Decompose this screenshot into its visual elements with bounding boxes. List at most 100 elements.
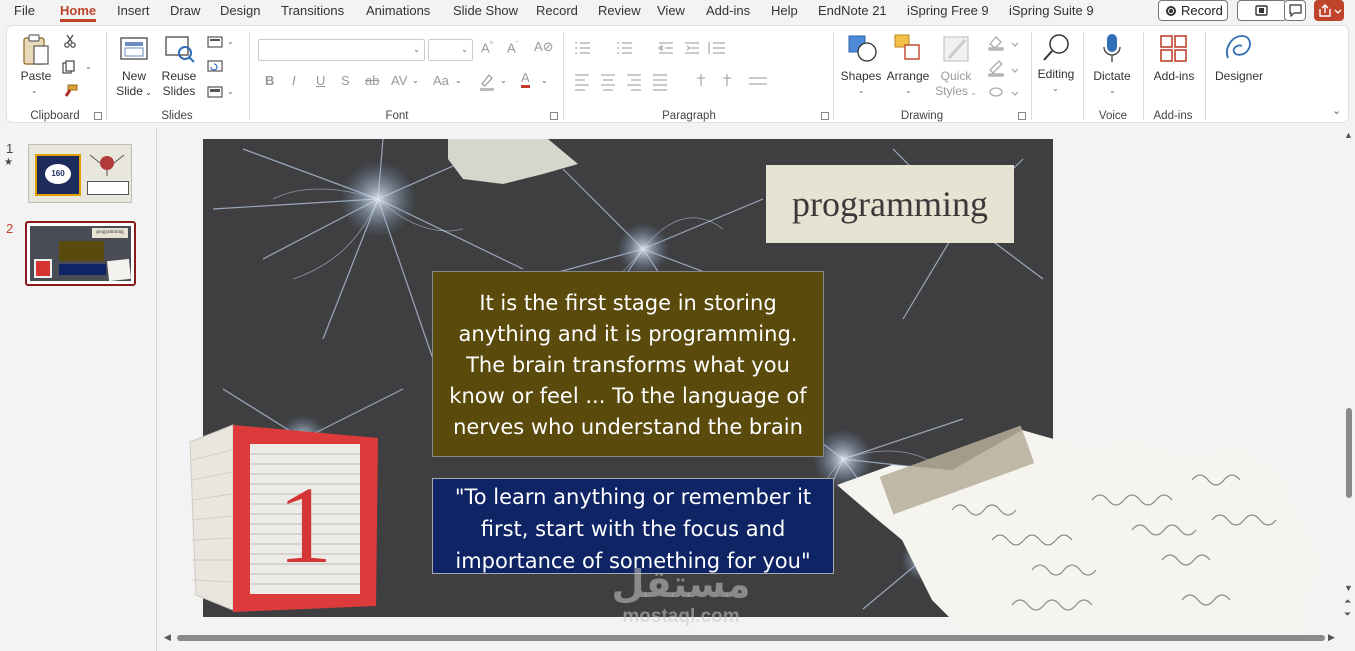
tab-file[interactable]: File (14, 0, 35, 22)
spacing-dropdown-icon[interactable]: ⌄ (412, 76, 419, 85)
dictate-dropdown-icon[interactable]: ⌄ (1109, 86, 1116, 95)
font-launcher-icon[interactable] (550, 112, 558, 120)
tab-review[interactable]: Review (598, 0, 641, 22)
case-dropdown-icon[interactable]: ⌄ (455, 76, 462, 85)
increase-font-icon[interactable]: A^ (481, 40, 493, 55)
watermark-latin: mostaql.com (622, 606, 740, 627)
tab-ispring-suite[interactable]: iSpring Suite 9 (1009, 0, 1094, 22)
horizontal-scroll-thumb[interactable] (177, 635, 1325, 641)
format-painter-icon[interactable] (62, 84, 78, 98)
paste-icon[interactable] (21, 33, 51, 67)
add-ins-icon[interactable] (1159, 34, 1189, 64)
arrange-dropdown-icon[interactable]: ⌄ (905, 86, 912, 95)
highlight-dropdown-icon[interactable]: ⌄ (500, 76, 507, 85)
vertical-scrollbar[interactable]: ▲ ▼ ⏶ ⏷ (1343, 128, 1355, 628)
reuse-slides-icon[interactable] (164, 34, 196, 64)
arrange-label[interactable]: Arrange (884, 69, 932, 84)
shape-format-icons[interactable] (987, 34, 1021, 98)
drawing-launcher-icon[interactable] (1018, 112, 1026, 120)
clipboard-launcher-icon[interactable] (94, 112, 102, 120)
layout-dropdown-icon[interactable]: ⌄ (227, 37, 234, 46)
section-icon[interactable] (207, 86, 223, 98)
tab-endnote[interactable]: EndNote 21 (818, 0, 887, 22)
editing-label[interactable]: Editing (1033, 67, 1079, 82)
body-text-box[interactable]: It is the first stage in storing anythin… (432, 271, 824, 457)
slide-thumbnail-2[interactable]: programming (25, 221, 136, 286)
tab-slide-show[interactable]: Slide Show (453, 0, 518, 22)
tab-insert[interactable]: Insert (117, 0, 150, 22)
horizontal-scrollbar[interactable]: ◀ ▶ (161, 630, 1341, 646)
text-shadow-button[interactable]: S (341, 73, 350, 88)
editing-dropdown-icon[interactable]: ⌄ (1052, 84, 1059, 93)
tab-help[interactable]: Help (771, 0, 798, 22)
designer-label[interactable]: Designer (1209, 69, 1269, 84)
quick-styles-icon[interactable] (941, 34, 971, 64)
designer-icon[interactable] (1222, 32, 1254, 64)
present-button[interactable] (1237, 0, 1287, 21)
new-slide-icon[interactable] (119, 34, 149, 62)
tab-transitions[interactable]: Transitions (281, 0, 344, 22)
previous-slide-icon[interactable]: ⏶ (1344, 596, 1351, 607)
highlight-icon[interactable] (479, 73, 495, 91)
thumb1-block: 160 (35, 154, 81, 196)
comments-button[interactable] (1284, 0, 1306, 21)
font-size-select[interactable]: ⌄ (428, 39, 473, 61)
separator (1205, 32, 1206, 120)
clear-formatting-icon[interactable]: A⊘ (534, 39, 554, 55)
add-ins-button-label[interactable]: Add-ins (1147, 69, 1201, 84)
paragraph-icons[interactable] (573, 40, 773, 100)
collapse-ribbon-icon[interactable]: ⌄ (1332, 104, 1341, 117)
slide-title[interactable]: programming (766, 165, 1014, 243)
font-color-dropdown-icon[interactable]: ⌄ (541, 76, 548, 85)
body-line-4: know or feel ... To the language of (449, 384, 807, 408)
layout-icon[interactable] (207, 36, 223, 48)
scroll-left-icon[interactable]: ◀ (164, 632, 171, 643)
paragraph-launcher-icon[interactable] (821, 112, 829, 120)
slide-thumbnail-1[interactable]: 160 (28, 144, 132, 203)
editing-icon[interactable] (1041, 32, 1073, 64)
reuse-slides-label[interactable]: Reuse Slides (160, 69, 198, 99)
font-family-select[interactable]: ⌄ (258, 39, 425, 61)
watermark: مستقل mostaql.com (596, 562, 766, 637)
arrange-icon[interactable] (893, 33, 923, 63)
shapes-icon[interactable] (847, 33, 879, 63)
reset-icon[interactable] (207, 60, 223, 72)
tab-add-ins[interactable]: Add-ins (706, 0, 750, 22)
decrease-font-icon[interactable]: Aˇ (507, 40, 518, 55)
section-dropdown-icon[interactable]: ⌄ (227, 87, 234, 96)
next-slide-icon[interactable]: ⏷ (1344, 609, 1351, 620)
separator (563, 32, 564, 120)
shapes-label[interactable]: Shapes (839, 69, 883, 84)
italic-button[interactable]: I (292, 73, 296, 88)
tab-record[interactable]: Record (536, 0, 578, 22)
cut-icon[interactable] (64, 34, 76, 48)
underline-button[interactable]: U (316, 73, 325, 88)
tab-draw[interactable]: Draw (170, 0, 200, 22)
vertical-scroll-thumb[interactable] (1346, 408, 1352, 498)
scroll-right-icon[interactable]: ▶ (1328, 632, 1335, 643)
tab-home[interactable]: Home (60, 0, 97, 22)
record-button[interactable]: Record (1158, 0, 1228, 21)
tab-view[interactable]: View (657, 0, 685, 22)
scroll-up-icon[interactable]: ▲ (1344, 130, 1353, 140)
copy-dropdown-icon[interactable]: ⌄ (85, 62, 92, 71)
paste-label[interactable]: Paste (19, 69, 53, 84)
quote-text-box[interactable]: "To learn anything or remember it first,… (432, 478, 834, 574)
tab-design[interactable]: Design (220, 0, 260, 22)
dictate-label[interactable]: Dictate (1089, 69, 1135, 84)
copy-icon[interactable] (62, 60, 76, 74)
font-color-button[interactable]: A (521, 71, 530, 88)
tab-animations[interactable]: Animations (366, 0, 430, 22)
strikethrough-button[interactable]: ab (365, 73, 379, 88)
new-slide-label[interactable]: New Slide ⌄ (115, 69, 153, 100)
bold-button[interactable]: B (265, 73, 274, 88)
change-case-button[interactable]: Aa (433, 73, 449, 88)
scroll-down-icon[interactable]: ▼ (1344, 583, 1353, 593)
paste-dropdown-icon[interactable]: ⌄ (31, 86, 38, 95)
shapes-dropdown-icon[interactable]: ⌄ (858, 86, 865, 95)
character-spacing-button[interactable]: AV (391, 73, 407, 88)
tab-ispring-free[interactable]: iSpring Free 9 (907, 0, 989, 22)
quick-styles-label[interactable]: Quick Styles ⌄ (933, 69, 979, 100)
microphone-icon[interactable] (1101, 32, 1123, 66)
share-button[interactable] (1314, 0, 1344, 21)
